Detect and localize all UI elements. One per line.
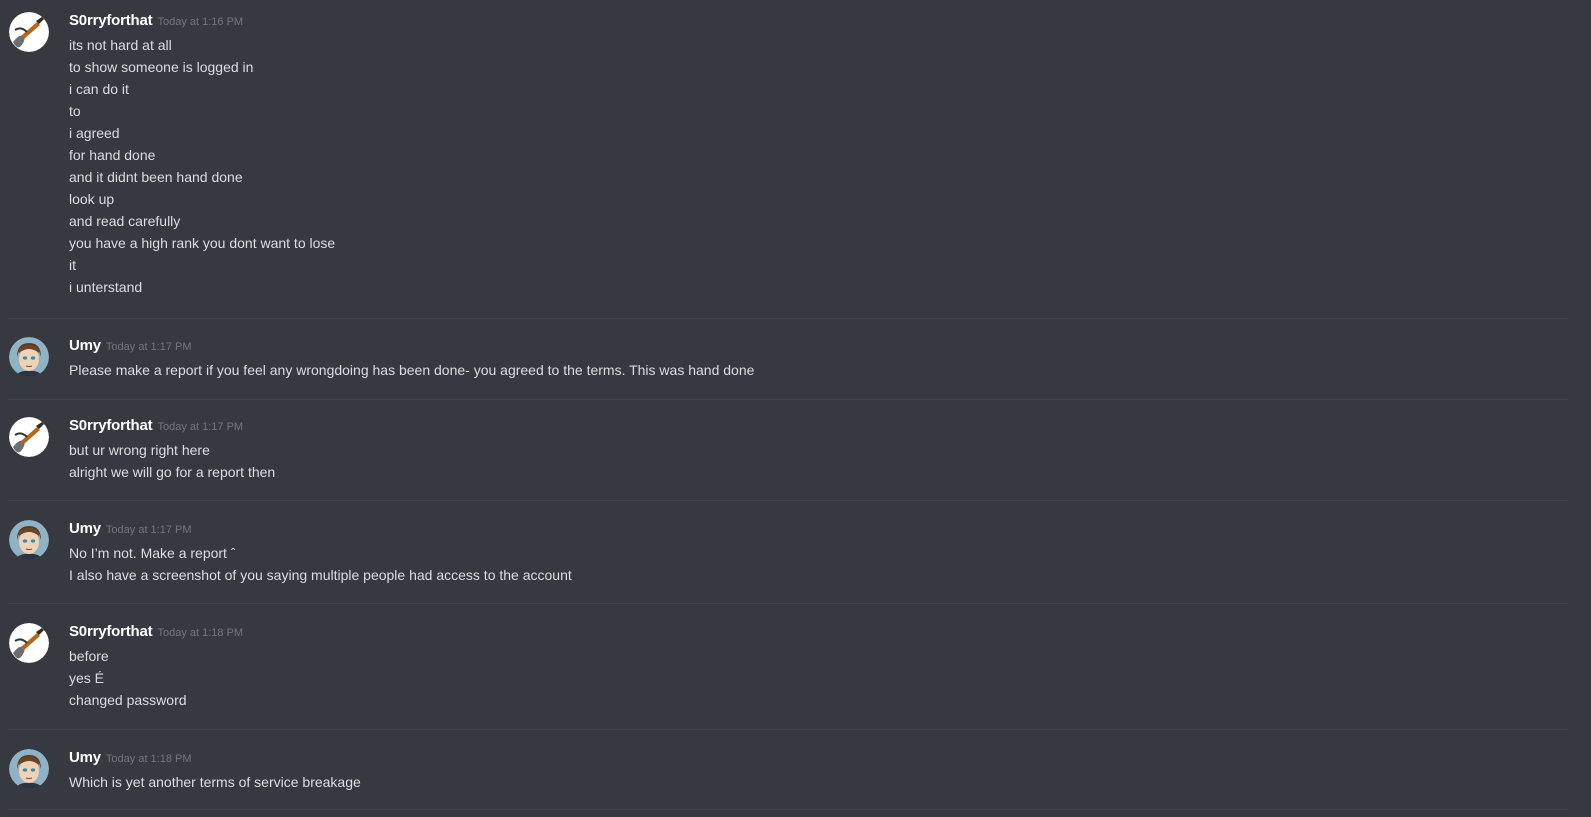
message-header: S0rryforthat Today at 1:18 PM — [69, 623, 243, 645]
message-content: its not hard at all to show someone is l… — [69, 34, 335, 298]
message-header: Umy Today at 1:17 PM — [69, 337, 192, 359]
username[interactable]: S0rryforthat — [69, 12, 153, 29]
timestamp: Today at 1:17 PM — [157, 421, 244, 433]
message-line: yes É — [69, 670, 105, 686]
message-line: to — [69, 103, 81, 119]
message-content: Which is yet another terms of service br… — [69, 771, 361, 793]
message-header: Umy Today at 1:17 PM — [69, 520, 192, 542]
message-divider — [8, 729, 1568, 730]
message-line: alright we will go for a report then — [69, 464, 276, 480]
timestamp: Today at 1:16 PM — [157, 16, 244, 28]
message-line: its not hard at all — [69, 37, 172, 53]
anime-man-avatar-icon[interactable] — [9, 749, 49, 789]
username[interactable]: S0rryforthat — [69, 417, 153, 434]
message-line: i agreed — [69, 125, 120, 141]
message-line: i unterstand — [69, 279, 143, 295]
anime-man-avatar-icon[interactable] — [9, 337, 49, 377]
message-line: i can do it — [69, 81, 129, 97]
guitar-avatar-icon[interactable] — [9, 623, 49, 663]
timestamp: Today at 1:17 PM — [105, 341, 192, 353]
message-line: and read carefully — [69, 213, 181, 229]
message-content: No I’m not. Make a report ˆ I also have … — [69, 542, 572, 586]
message-content: but ur wrong right here alright we will … — [69, 439, 275, 483]
message-line: look up — [69, 191, 115, 207]
message-line: but ur wrong right here — [69, 442, 210, 458]
message-line: you have a high rank you dont want to lo… — [69, 235, 336, 251]
anime-man-avatar-icon[interactable] — [9, 520, 49, 560]
message-divider — [8, 603, 1568, 604]
message-line: it — [69, 257, 76, 273]
message-content: before yes É changed password — [69, 645, 187, 711]
username[interactable]: S0rryforthat — [69, 623, 153, 640]
message-line: for hand done — [69, 147, 156, 163]
guitar-avatar-icon[interactable] — [9, 417, 49, 457]
message-divider — [8, 318, 1568, 319]
message-header: Umy Today at 1:18 PM — [69, 749, 192, 771]
message-line: No I’m not. Make a report ˆ — [69, 545, 236, 561]
message-line: I also have a screenshot of you saying m… — [69, 567, 572, 583]
message-content: Please make a report if you feel any wro… — [69, 359, 754, 381]
message-line: changed password — [69, 692, 187, 708]
message-line: before — [69, 648, 109, 664]
username[interactable]: Umy — [69, 749, 101, 766]
timestamp: Today at 1:17 PM — [105, 524, 192, 536]
guitar-avatar-icon[interactable] — [9, 12, 49, 52]
message-divider — [8, 500, 1568, 501]
timestamp: Today at 1:18 PM — [157, 627, 244, 639]
timestamp: Today at 1:18 PM — [105, 753, 192, 765]
message-list: S0rryforthat Today at 1:16 PM its not har… — [0, 0, 1591, 817]
message-divider — [8, 399, 1568, 400]
message-line: to show someone is logged in — [69, 59, 254, 75]
message-line: and it didnt been hand done — [69, 169, 243, 185]
message-header: S0rryforthat Today at 1:16 PM — [69, 12, 243, 34]
message-divider — [8, 809, 1568, 810]
message-line: Which is yet another terms of service br… — [69, 774, 361, 790]
username[interactable]: Umy — [69, 520, 101, 537]
username[interactable]: Umy — [69, 337, 101, 354]
message-header: S0rryforthat Today at 1:17 PM — [69, 417, 243, 439]
message-line: Please make a report if you feel any wro… — [69, 362, 755, 378]
